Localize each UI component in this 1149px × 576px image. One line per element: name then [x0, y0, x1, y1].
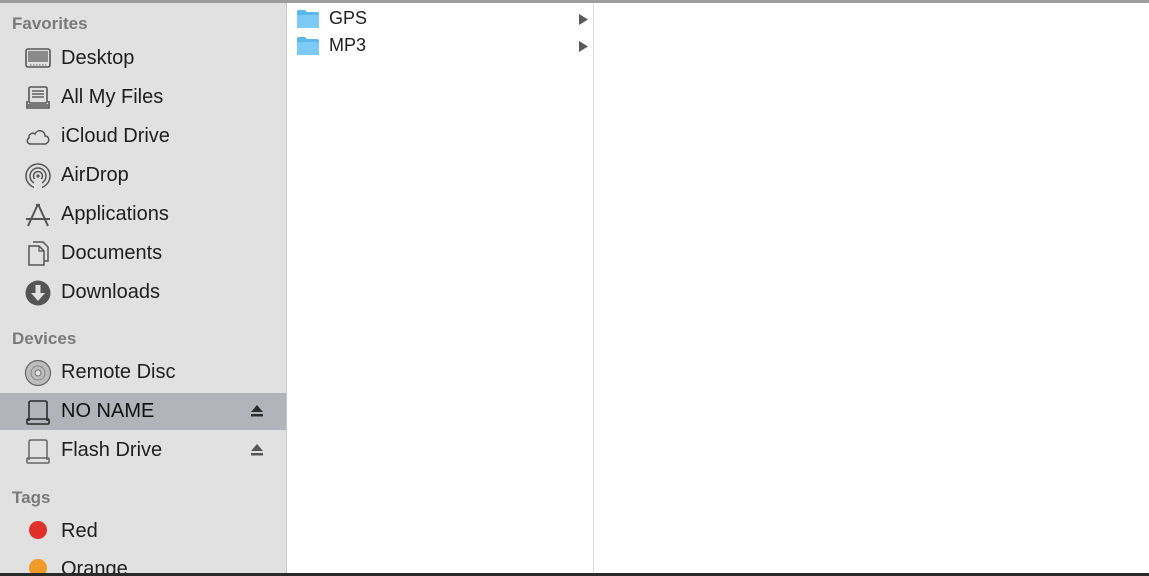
sidebar-item-label: NO NAME: [61, 400, 155, 422]
sidebar-item-remote-disc[interactable]: Remote Disc: [0, 354, 286, 391]
sidebar-item-flash-drive[interactable]: Flash Drive: [0, 432, 286, 469]
sidebar-item-no-name[interactable]: NO NAME: [0, 393, 286, 430]
applications-icon: [24, 202, 52, 228]
tags-header: Tags: [12, 488, 51, 507]
sidebar-item-downloads[interactable]: Downloads: [0, 274, 286, 311]
disclosure-arrow-icon: [579, 12, 588, 25]
sidebar-item-label: iCloud Drive: [61, 125, 170, 147]
eject-icon[interactable]: [249, 442, 265, 458]
sidebar-item-label: Remote Disc: [61, 361, 176, 383]
sidebar-item-documents[interactable]: Documents: [0, 235, 286, 272]
sidebar-item-all-my-files[interactable]: All My Files: [0, 79, 286, 116]
disclosure-arrow-icon: [579, 39, 588, 52]
folder-name: MP3: [329, 35, 367, 55]
sidebar-item-label: Red: [61, 520, 98, 542]
documents-icon: [24, 241, 52, 267]
devices-header: Devices: [12, 329, 77, 348]
folder-icon: [296, 36, 320, 56]
list-item-folder-mp3[interactable]: MP3: [287, 31, 593, 58]
sidebar: Favorites Desktop All My Files iCloud Dr…: [0, 3, 287, 573]
cloud-icon: [24, 124, 52, 150]
sidebar-item-icloud-drive[interactable]: iCloud Drive: [0, 118, 286, 155]
sidebar-item-label: Applications: [61, 203, 169, 225]
disc-icon: [24, 359, 52, 387]
sidebar-item-label: Downloads: [61, 281, 160, 303]
drive-icon: [24, 399, 52, 425]
airdrop-icon: [24, 163, 52, 189]
desktop-icon: [24, 46, 52, 72]
sidebar-item-label: Documents: [61, 242, 163, 264]
eject-icon[interactable]: [249, 403, 265, 419]
sidebar-tag-orange[interactable]: Orange: [0, 551, 286, 573]
sidebar-item-applications[interactable]: Applications: [0, 196, 286, 233]
sidebar-item-label: Orange: [61, 558, 128, 573]
favorites-header: Favorites: [12, 14, 88, 33]
folder-icon: [296, 9, 320, 29]
sidebar-item-label: Flash Drive: [61, 439, 163, 461]
folder-name: GPS: [329, 8, 368, 28]
browser-column-2[interactable]: [594, 3, 1149, 573]
browser-column-1[interactable]: GPS MP3: [287, 3, 594, 573]
sidebar-item-label: Desktop: [61, 47, 135, 69]
tag-orange-dot-icon: [24, 557, 52, 573]
tag-red-dot-icon: [24, 519, 52, 545]
list-item-folder-gps[interactable]: GPS: [287, 4, 593, 31]
sidebar-item-label: AirDrop: [61, 164, 129, 186]
sidebar-item-desktop[interactable]: Desktop: [0, 40, 286, 77]
sidebar-item-label: All My Files: [61, 86, 164, 108]
drive-icon: [24, 438, 52, 464]
sidebar-item-airdrop[interactable]: AirDrop: [0, 157, 286, 194]
downloads-icon: [24, 280, 52, 306]
all-files-icon: [24, 85, 52, 111]
sidebar-tag-red[interactable]: Red: [0, 513, 286, 550]
